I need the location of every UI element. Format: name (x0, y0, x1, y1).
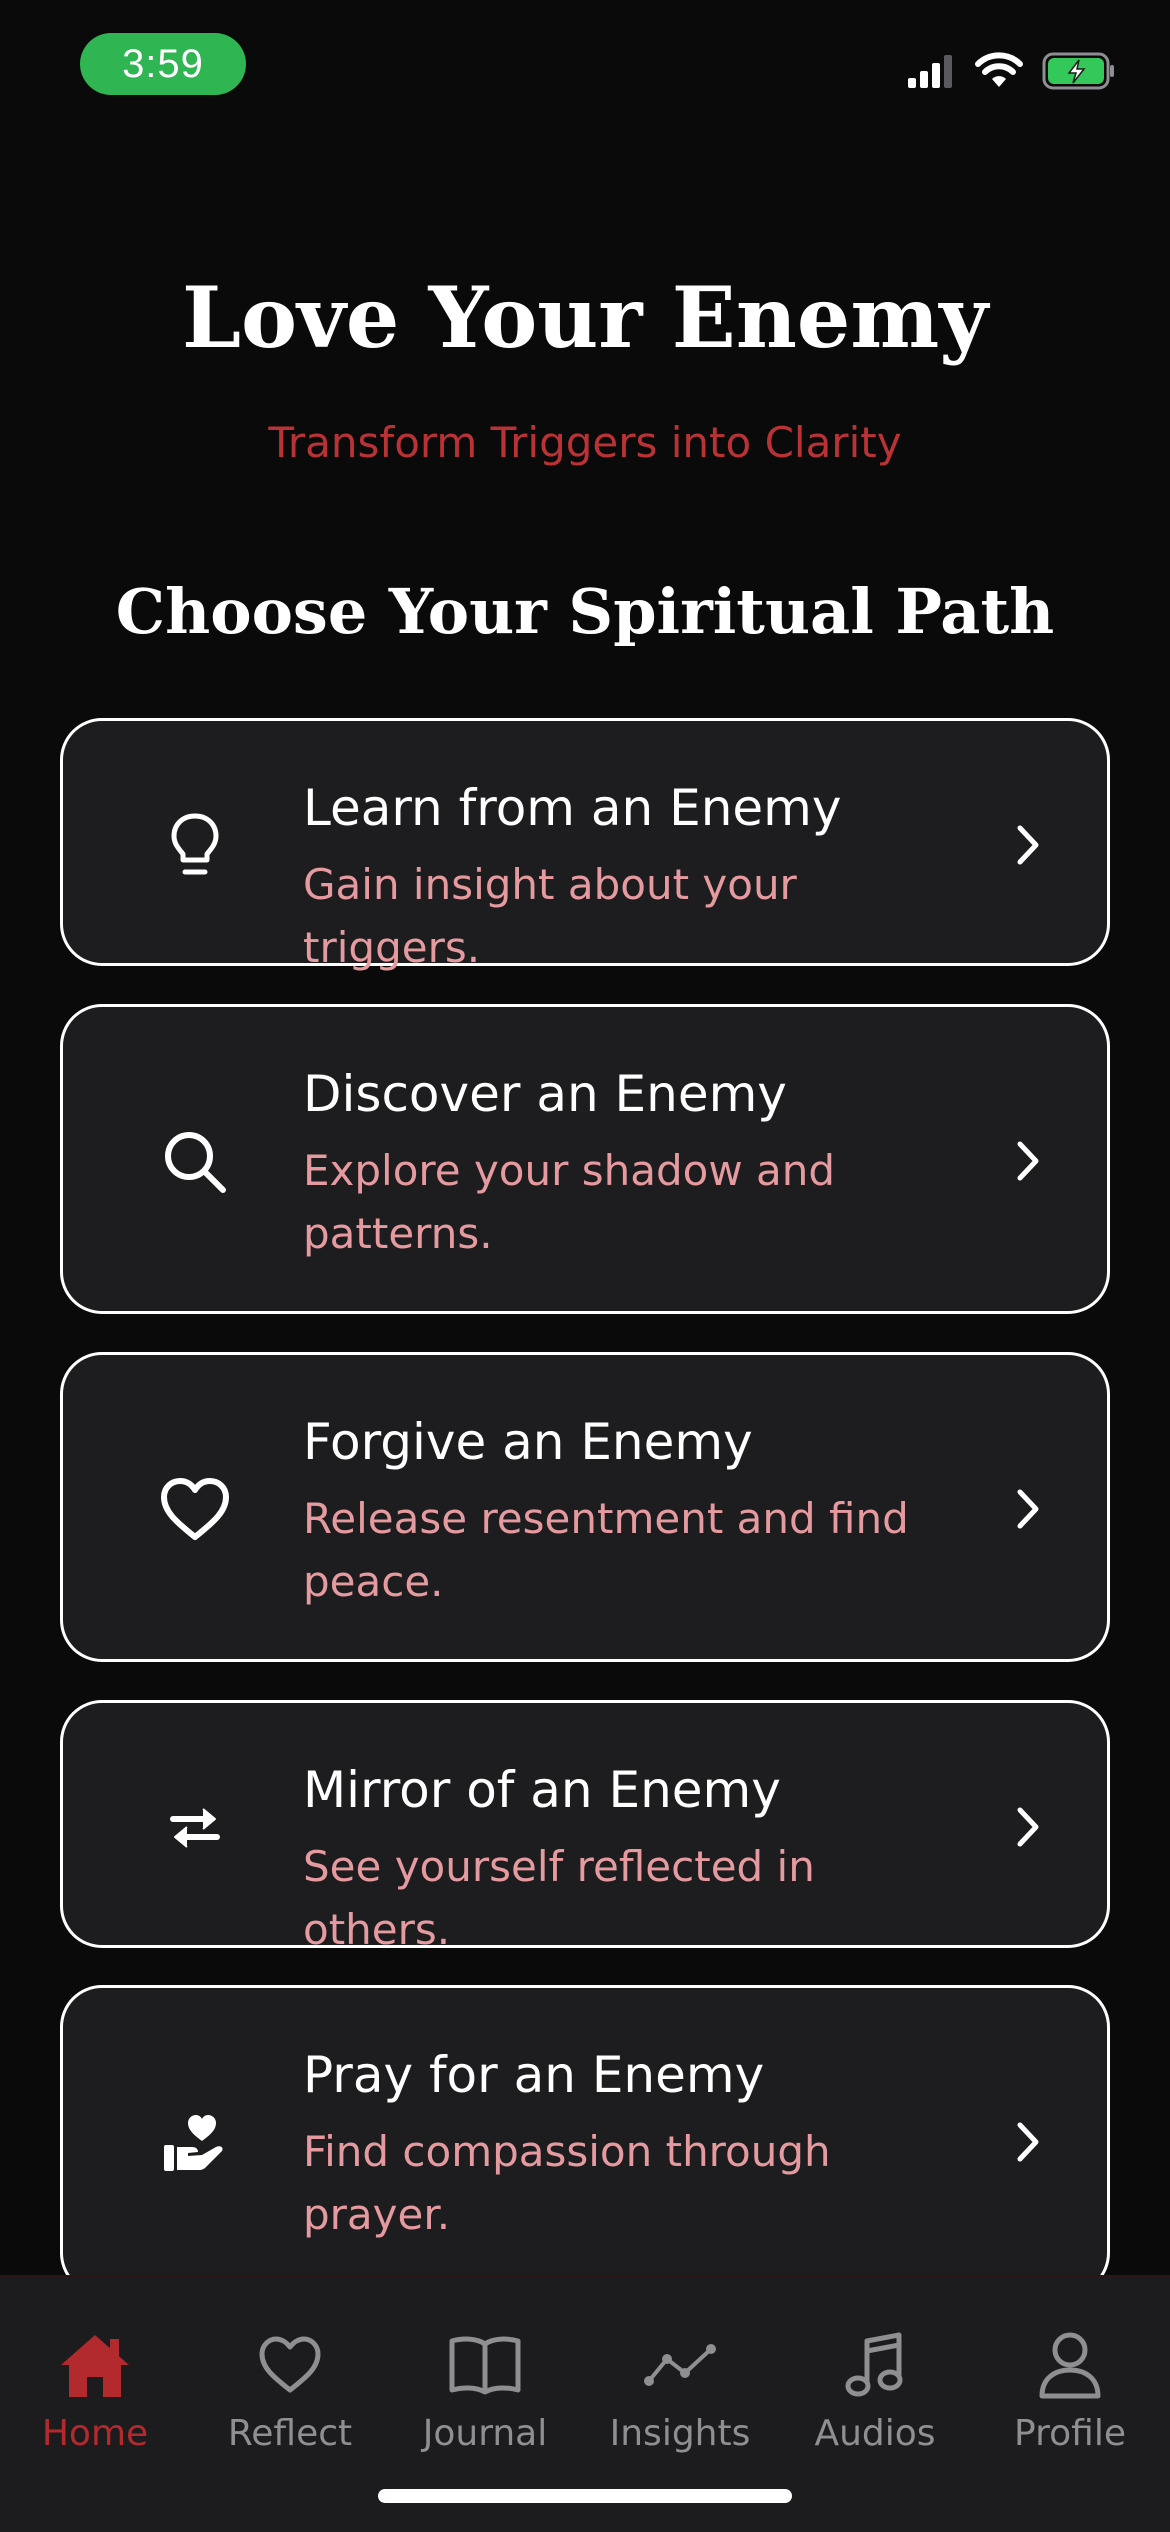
chevron-right-icon (1003, 1479, 1053, 1539)
app-screen: 3:59 Love Your Enemy Transform Triggers … (0, 0, 1170, 2532)
music-note-icon (833, 2327, 917, 2403)
tab-audios[interactable]: Audios (780, 2327, 970, 2477)
chevron-right-icon (1003, 1797, 1053, 1857)
status-icons (906, 52, 1116, 94)
card-text: Mirror of an Enemy See yourself reflecte… (303, 1759, 957, 1961)
tab-home[interactable]: Home (0, 2327, 190, 2477)
app-title: Love Your Enemy (181, 268, 989, 367)
card-text: Forgive an Enemy Release resentment and … (303, 1411, 957, 1613)
card-text: Discover an Enemy Explore your shadow an… (303, 1063, 957, 1265)
chevron-right-icon (1003, 2112, 1053, 2172)
wifi-icon (974, 52, 1024, 94)
tab-profile[interactable]: Profile (975, 2327, 1165, 2477)
card-title: Pray for an Enemy (303, 2046, 765, 2104)
tab-label: Insights (609, 2413, 751, 2454)
path-card-forgive[interactable]: Forgive an Enemy Release resentment and … (60, 1352, 1110, 1662)
card-description: Find compassion through prayer. (303, 2127, 831, 2239)
search-icon (143, 1110, 247, 1214)
card-text: Learn from an Enemy Gain insight about y… (303, 777, 957, 979)
heart-icon (143, 1458, 247, 1562)
path-card-learn[interactable]: Learn from an Enemy Gain insight about y… (60, 718, 1110, 972)
card-description: Release resentment and find peace. (303, 1494, 909, 1606)
battery-charging-icon (1042, 51, 1116, 95)
card-description: Gain insight about your triggers. (303, 860, 797, 972)
chart-line-icon (638, 2327, 722, 2403)
tab-reflect[interactable]: Reflect (195, 2327, 385, 2477)
status-bar: 3:59 (0, 0, 1170, 130)
home-indicator[interactable] (378, 2489, 792, 2503)
chevron-right-icon (1003, 815, 1053, 875)
hand-heart-icon (143, 2091, 247, 2195)
tab-label: Home (41, 2413, 149, 2454)
path-card-discover[interactable]: Discover an Enemy Explore your shadow an… (60, 1004, 1110, 1314)
card-title: Mirror of an Enemy (303, 1761, 781, 1819)
heart-icon (248, 2327, 332, 2403)
home-icon (53, 2327, 137, 2403)
lightbulb-icon (143, 793, 247, 897)
tab-label: Audios (814, 2413, 936, 2454)
card-title: Discover an Enemy (303, 1065, 787, 1123)
path-card-mirror[interactable]: Mirror of an Enemy See yourself reflecte… (60, 1700, 1110, 1954)
tab-label: Reflect (227, 2413, 353, 2454)
section-title: Choose Your Spiritual Path (115, 575, 1055, 648)
tab-insights[interactable]: Insights (585, 2327, 775, 2477)
book-icon (443, 2327, 527, 2403)
card-description: See yourself reflected in others. (303, 1842, 815, 1954)
card-title: Forgive an Enemy (303, 1413, 753, 1471)
cellular-signal-icon (906, 52, 956, 94)
card-title: Learn from an Enemy (303, 779, 842, 837)
chevron-right-icon (1003, 1131, 1053, 1191)
card-text: Pray for an Enemy Find compassion throug… (303, 2044, 957, 2246)
tab-label: Profile (1014, 2413, 1126, 2454)
user-icon (1028, 2327, 1112, 2403)
arrows-exchange-icon (143, 1775, 247, 1879)
path-card-pray[interactable]: Pray for an Enemy Find compassion throug… (60, 1985, 1110, 2295)
tab-journal[interactable]: Journal (390, 2327, 580, 2477)
tab-label: Journal (422, 2413, 548, 2454)
status-time: 3:59 (80, 33, 246, 95)
app-subtitle: Transform Triggers into Clarity (268, 418, 902, 467)
card-description: Explore your shadow and patterns. (303, 1146, 836, 1258)
